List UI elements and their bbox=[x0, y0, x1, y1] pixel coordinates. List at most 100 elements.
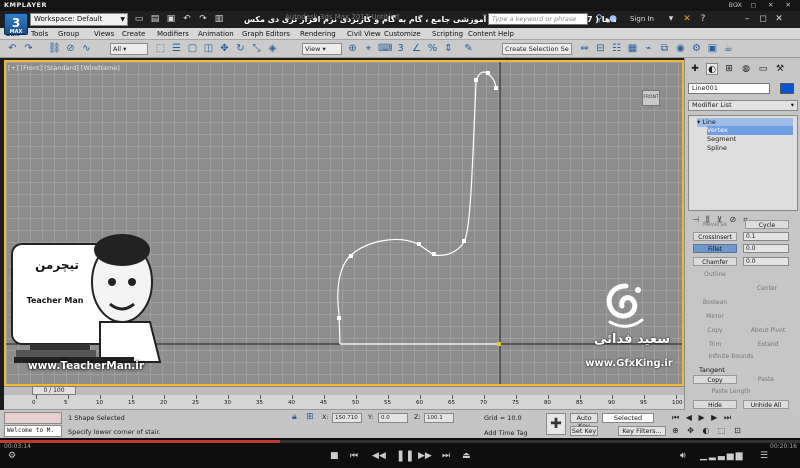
placement-icon[interactable]: ◈ bbox=[266, 42, 279, 55]
player-volume-icon[interactable]: 🔊︎ bbox=[680, 451, 686, 461]
object-color-swatch[interactable] bbox=[780, 83, 794, 94]
redo-icon[interactable]: ↷ bbox=[22, 42, 35, 55]
redo-title-icon[interactable]: ↷ bbox=[196, 13, 210, 26]
boolean-button[interactable]: Boolean bbox=[693, 298, 737, 307]
absolute-mode-icon[interactable]: ⊞ bbox=[306, 412, 314, 422]
mirror-button[interactable]: Mirror bbox=[693, 312, 737, 321]
trim-button[interactable]: Trim bbox=[693, 340, 737, 349]
bind-spacewarp-icon[interactable]: ∿ bbox=[80, 42, 93, 55]
z-coordinate[interactable]: 100.1 bbox=[424, 413, 454, 423]
link-icon[interactable]: ⛓ bbox=[48, 42, 61, 55]
timeline-ruler[interactable]: 0 5 10 15 20 25 30 35 40 45 50 55 60 65 70 75 80 85 90 95 10… bbox=[4, 395, 684, 410]
select-object-icon[interactable]: ⬚ bbox=[154, 42, 167, 55]
menu-graph-editors[interactable]: Graph Editors bbox=[242, 28, 290, 40]
select-by-name-icon[interactable]: ☰ bbox=[170, 42, 183, 55]
player-forward-icon[interactable]: ▶▶ bbox=[418, 451, 432, 461]
utilities-tab-icon[interactable]: ⚒ bbox=[774, 63, 786, 75]
undo-title-icon[interactable]: ↶ bbox=[180, 13, 194, 26]
menu-tools[interactable]: Tools bbox=[31, 28, 48, 40]
unlink-icon[interactable]: ⊘ bbox=[64, 42, 77, 55]
graphite-ribbon-icon[interactable]: ▦ bbox=[626, 42, 639, 55]
keyboard-shortcut-icon[interactable]: ⌨ bbox=[378, 42, 392, 55]
selection-filter-dropdown[interactable]: All ▾ bbox=[110, 43, 148, 55]
player-pause-icon[interactable]: ❚❚ bbox=[396, 450, 414, 461]
angle-snap-icon[interactable]: ∠ bbox=[410, 42, 423, 55]
tangent-paste-button[interactable]: Paste bbox=[743, 375, 789, 384]
exchange-icon[interactable]: ✕ bbox=[680, 13, 694, 26]
cycle-button[interactable]: Cycle bbox=[745, 220, 789, 229]
align-icon[interactable]: ⊟ bbox=[594, 42, 607, 55]
add-time-tag[interactable]: Add Time Tag bbox=[484, 429, 528, 437]
scale-icon[interactable]: ⤡ bbox=[250, 42, 263, 55]
render-production-icon[interactable]: ☕ bbox=[722, 42, 735, 55]
center-checkbox[interactable]: Center bbox=[745, 284, 789, 293]
player-playlist-icon[interactable]: ☰ bbox=[760, 451, 768, 461]
crossinsert-button[interactable]: CrossInsert bbox=[693, 232, 737, 241]
viewport-label[interactable]: [+] [Front] [Standard] [Wireframe] bbox=[8, 64, 120, 72]
player-eject-icon[interactable]: ⏏ bbox=[462, 451, 471, 461]
menu-animation[interactable]: Animation bbox=[198, 28, 234, 40]
x-coordinate[interactable]: 150.710 bbox=[332, 413, 362, 423]
modify-tab-icon[interactable]: ◐ bbox=[706, 63, 718, 75]
workspace-dropdown[interactable]: Workspace: Default ▼ bbox=[30, 13, 128, 26]
viewcube[interactable]: FRONT bbox=[642, 90, 660, 106]
motion-tab-icon[interactable]: ◍ bbox=[740, 63, 752, 75]
menu-group[interactable]: Group bbox=[58, 28, 79, 40]
move-icon[interactable]: ✥ bbox=[218, 42, 231, 55]
y-coordinate[interactable]: 0.0 bbox=[378, 413, 408, 423]
player-prev-icon[interactable]: ⏮ bbox=[350, 451, 358, 461]
layer-explorer-icon[interactable]: ☷ bbox=[610, 42, 623, 55]
project-folder-icon[interactable]: ▥ bbox=[212, 13, 226, 26]
set-key-button[interactable]: Set Key bbox=[570, 426, 598, 436]
window-crossing-icon[interactable]: ◫ bbox=[202, 42, 215, 55]
pivot-center-icon[interactable]: ⊕ bbox=[346, 42, 359, 55]
modifier-list-dropdown[interactable]: Modifier List ▾ bbox=[688, 100, 798, 111]
stack-item-segment[interactable]: Segment bbox=[707, 135, 736, 144]
app-menu-icon[interactable]: 3 MAX bbox=[4, 13, 28, 35]
material-editor-icon[interactable]: ◉ bbox=[674, 42, 687, 55]
curve-editor-icon[interactable]: ⌁ bbox=[642, 42, 655, 55]
reference-coordinate-dropdown[interactable]: View ▾ bbox=[302, 43, 342, 55]
undo-icon[interactable]: ↶ bbox=[6, 42, 19, 55]
time-slider-handle[interactable]: 0 / 100 bbox=[32, 386, 76, 395]
select-manipulate-icon[interactable]: ⌖ bbox=[362, 42, 375, 55]
player-volume-level[interactable]: ▁▂▃▅▆ bbox=[700, 451, 745, 461]
hide-button[interactable]: Hide bbox=[693, 400, 737, 409]
player-stop-icon[interactable]: ■ bbox=[330, 451, 339, 461]
menu-help[interactable]: Help bbox=[498, 28, 514, 40]
chamfer-button[interactable]: Chamfer bbox=[693, 257, 737, 266]
playback-controls[interactable]: ⏮ ◀ ▶ ▶ ⏭ bbox=[672, 413, 733, 423]
copy-checkbox[interactable]: Copy bbox=[693, 326, 737, 335]
help-icon[interactable]: ? bbox=[696, 13, 710, 26]
chamfer-value[interactable]: 0.0 bbox=[743, 257, 789, 266]
reverse-button[interactable]: Reverse bbox=[693, 220, 737, 229]
schematic-view-icon[interactable]: ⧉ bbox=[658, 42, 671, 55]
fillet-value[interactable]: 0.0 bbox=[743, 244, 789, 253]
hierarchy-tab-icon[interactable]: ⊞ bbox=[723, 63, 735, 75]
key-selection-dropdown[interactable]: Selected bbox=[602, 413, 654, 423]
named-selection-dropdown[interactable]: Create Selection Se ▾ bbox=[502, 43, 572, 63]
menu-create[interactable]: Create bbox=[122, 28, 145, 40]
auto-key-button[interactable]: Auto Key bbox=[570, 413, 598, 430]
render-setup-icon[interactable]: ⚙ bbox=[690, 42, 703, 55]
display-tab-icon[interactable]: ▭ bbox=[757, 63, 769, 75]
crossinsert-value[interactable]: 0.1 bbox=[743, 232, 789, 241]
menu-scripting[interactable]: Scripting bbox=[432, 28, 463, 40]
menu-modifiers[interactable]: Modifiers bbox=[157, 28, 189, 40]
menu-customize[interactable]: Customize bbox=[384, 28, 421, 40]
minimize-icon[interactable]: – bbox=[740, 13, 754, 26]
percent-snap-icon[interactable]: % bbox=[426, 42, 439, 55]
menu-rendering[interactable]: Rendering bbox=[300, 28, 336, 40]
player-next-icon[interactable]: ⏭ bbox=[442, 451, 450, 461]
object-name-field[interactable]: Line001 bbox=[688, 83, 770, 94]
player-rewind-icon[interactable]: ◀◀ bbox=[372, 451, 386, 461]
unhide-all-button[interactable]: Unhide All bbox=[743, 400, 789, 409]
navigation-controls[interactable]: ⊕ ✥ ◐ ⬚ ⊡ bbox=[672, 426, 744, 435]
open-file-icon[interactable]: ▤ bbox=[148, 13, 162, 26]
mirror-icon[interactable]: ⇔ bbox=[578, 42, 591, 55]
menu-content[interactable]: Content bbox=[468, 28, 496, 40]
fillet-button[interactable]: Fillet bbox=[693, 244, 737, 253]
outline-button[interactable]: Outline bbox=[693, 270, 737, 279]
stack-item-vertex[interactable]: Vertex bbox=[707, 126, 793, 135]
maximize-icon[interactable]: ◻ bbox=[756, 13, 770, 26]
